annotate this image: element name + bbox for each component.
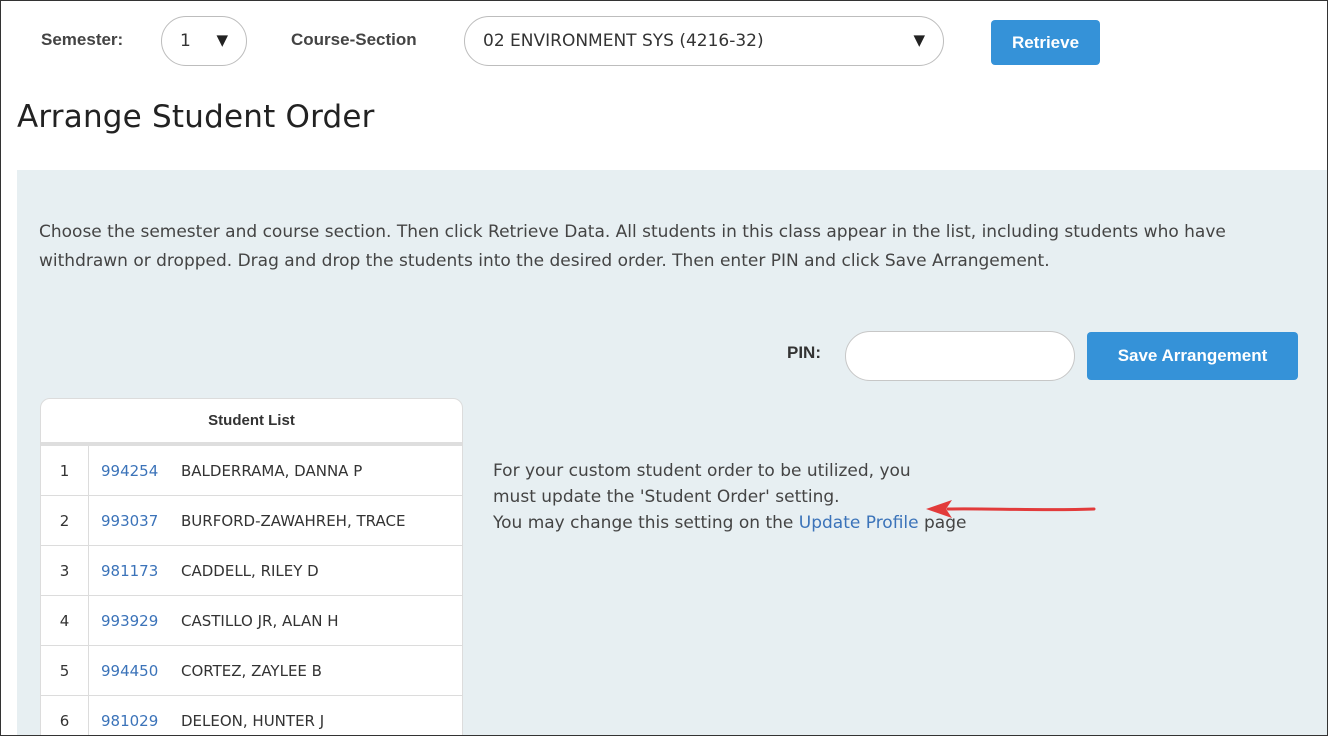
student-name: DELEON, HUNTER J [181, 712, 325, 730]
student-name: CORTEZ, ZAYLEE B [181, 662, 322, 680]
student-name: CASTILLO JR, ALAN H [181, 612, 339, 630]
semester-label: Semester: [41, 30, 124, 49]
pin-label: PIN: [787, 343, 821, 362]
caret-down-icon: ▼ [913, 31, 925, 49]
student-name: BURFORD-ZAWAHREH, TRACE [181, 512, 406, 530]
note-line-1: For your custom student order to be util… [493, 461, 911, 481]
list-item[interactable]: 3 981173 CADDELL, RILEY D [41, 546, 462, 596]
save-arrangement-button[interactable]: Save Arrangement [1087, 332, 1298, 380]
pin-input[interactable] [845, 331, 1075, 381]
caret-down-icon: ▼ [216, 31, 228, 49]
student-id-link[interactable]: 994254 [101, 462, 158, 480]
row-number: 6 [41, 696, 89, 735]
student-name: BALDERRAMA, DANNA P [181, 462, 363, 480]
list-item[interactable]: 6 981029 DELEON, HUNTER J [41, 696, 462, 735]
note-line-2: must update the 'Student Order' setting. [493, 487, 840, 507]
row-number: 3 [41, 546, 89, 595]
row-number: 1 [41, 446, 89, 495]
student-list-header: Student List [41, 399, 462, 446]
student-id-link[interactable]: 981029 [101, 712, 158, 730]
course-section-select[interactable]: 02 ENVIRONMENT SYS (4216-32) ▼ [464, 16, 944, 66]
student-id-link[interactable]: 981173 [101, 562, 158, 580]
list-item[interactable]: 1 994254 BALDERRAMA, DANNA P [41, 446, 462, 496]
update-profile-link[interactable]: Update Profile [799, 513, 919, 533]
student-id-link[interactable]: 994450 [101, 662, 158, 680]
row-number: 5 [41, 646, 89, 695]
course-section-value: 02 ENVIRONMENT SYS (4216-32) [483, 31, 764, 51]
toolbar: Semester: 1 ▼ Course-Section 02 ENVIRONM… [1, 1, 1327, 73]
student-id-link[interactable]: 993929 [101, 612, 158, 630]
student-list: Student List 1 994254 BALDERRAMA, DANNA … [40, 398, 463, 735]
list-item[interactable]: 4 993929 CASTILLO JR, ALAN H [41, 596, 462, 646]
row-number: 2 [41, 496, 89, 545]
red-arrow-icon [926, 500, 1096, 518]
instructions-text: Choose the semester and course section. … [39, 222, 1226, 271]
retrieve-button[interactable]: Retrieve [991, 20, 1100, 65]
main-panel: Choose the semester and course section. … [17, 170, 1327, 735]
student-id-link[interactable]: 993037 [101, 512, 158, 530]
semester-value: 1 [180, 31, 191, 51]
list-item[interactable]: 5 994450 CORTEZ, ZAYLEE B [41, 646, 462, 696]
row-number: 4 [41, 596, 89, 645]
page-title: Arrange Student Order [17, 99, 375, 135]
note-line-3-prefix: You may change this setting on the [493, 513, 799, 533]
course-section-label: Course-Section [291, 30, 417, 49]
student-order-note: For your custom student order to be util… [493, 458, 966, 536]
list-item[interactable]: 2 993037 BURFORD-ZAWAHREH, TRACE [41, 496, 462, 546]
app-frame: Semester: 1 ▼ Course-Section 02 ENVIRONM… [0, 0, 1328, 736]
student-name: CADDELL, RILEY D [181, 562, 319, 580]
semester-select[interactable]: 1 ▼ [161, 16, 247, 66]
note-line-3: You may change this setting on the Updat… [493, 510, 966, 536]
